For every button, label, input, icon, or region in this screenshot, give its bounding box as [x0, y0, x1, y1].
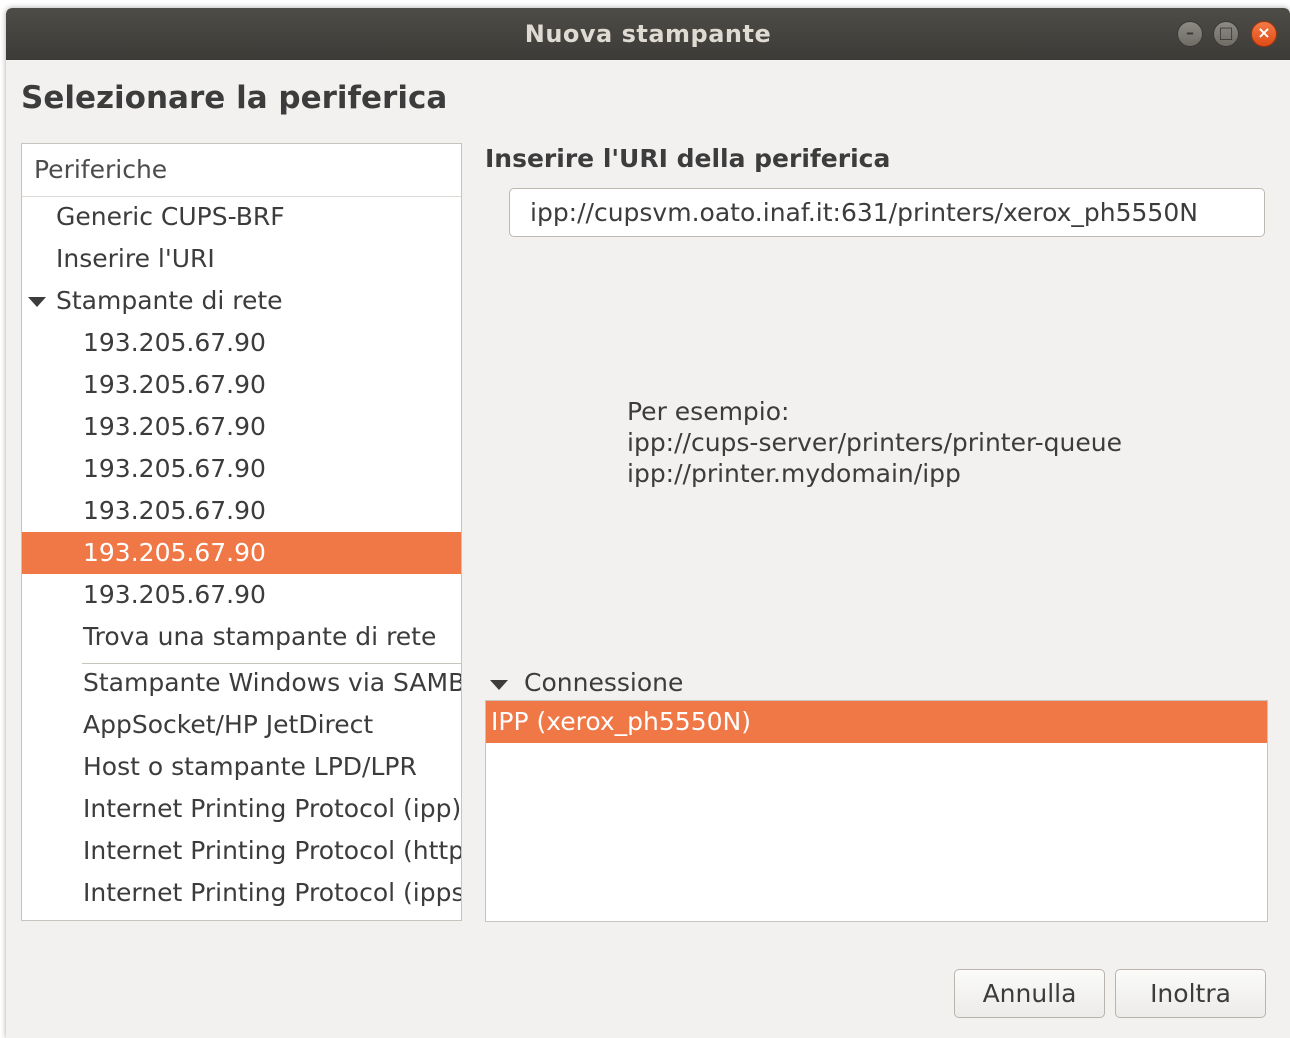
page-title: Selezionare la periferica [21, 80, 448, 116]
device-item-generic-cups-brf[interactable]: Generic CUPS-BRF [22, 196, 461, 238]
new-printer-dialog: Nuova stampante – □ × Selezionare la per… [6, 8, 1290, 1038]
device-item-find-network-printer[interactable]: Trova una stampante di rete [22, 616, 461, 658]
device-item-lpd-lpr[interactable]: Host o stampante LPD/LPR [22, 746, 461, 788]
device-item-label: 193.205.67.90 [83, 496, 266, 525]
device-item-network-host[interactable]: 193.205.67.90 [22, 448, 461, 490]
example-line-1: ipp://cups-server/printers/printer-queue [627, 428, 1123, 457]
device-item-ipp[interactable]: Internet Printing Protocol (ipp) [22, 788, 461, 830]
device-item-label: Host o stampante LPD/LPR [83, 752, 417, 781]
cancel-button[interactable]: Annulla [954, 969, 1105, 1018]
device-item-label: 193.205.67.90 [83, 580, 266, 609]
device-item-label: AppSocket/HP JetDirect [83, 710, 374, 739]
device-item-windows-samba[interactable]: Stampante Windows via SAMBA [22, 662, 461, 704]
title-bar: Nuova stampante – □ × [6, 8, 1290, 60]
uri-input[interactable] [509, 188, 1265, 237]
device-item-network-host[interactable]: 193.205.67.90 [22, 406, 461, 448]
device-item-label: Internet Printing Protocol (ipps) [83, 878, 461, 907]
example-heading: Per esempio: [627, 397, 790, 426]
example-text: Per esempio: ipp://cups-server/printers/… [627, 396, 1122, 489]
device-item-label: Internet Printing Protocol (ipp) [83, 794, 461, 823]
device-item-label: Generic CUPS-BRF [56, 202, 285, 231]
maximize-button[interactable]: □ [1213, 21, 1239, 47]
close-button[interactable]: × [1251, 21, 1277, 47]
expander-down-icon[interactable] [28, 297, 46, 307]
device-item-network-host[interactable]: 193.205.67.90 [22, 322, 461, 364]
example-line-2: ipp://printer.mydomain/ipp [627, 459, 961, 488]
device-item-label: Inserire l'URI [56, 244, 215, 273]
device-item-label: 193.205.67.90 [83, 454, 266, 483]
device-item-label: Trova una stampante di rete [83, 622, 437, 651]
connection-item-selected[interactable]: IPP (xerox_ph5550N) [486, 701, 1267, 743]
device-item-label: 193.205.67.90 [83, 328, 266, 357]
device-item-ipp-http[interactable]: Internet Printing Protocol (http) [22, 830, 461, 872]
device-item-network-host[interactable]: 193.205.67.90 [22, 490, 461, 532]
connection-expander-icon[interactable] [490, 680, 508, 690]
device-item-label: Stampante Windows via SAMBA [83, 668, 461, 697]
device-item-network-printer[interactable]: Stampante di rete [22, 280, 461, 322]
minimize-button[interactable]: – [1177, 21, 1203, 47]
connection-label[interactable]: Connessione [524, 668, 683, 697]
device-item-label: 193.205.67.90 [83, 412, 266, 441]
window-title: Nuova stampante [524, 20, 772, 48]
device-item-label: Internet Printing Protocol (http) [83, 836, 461, 865]
device-item-label: 193.205.67.90 [83, 538, 266, 567]
device-list-header[interactable]: Periferiche [22, 144, 461, 197]
device-item-ipps[interactable]: Internet Printing Protocol (ipps) [22, 872, 461, 914]
connection-list[interactable]: IPP (xerox_ph5550N) [485, 700, 1268, 922]
device-item-network-host[interactable]: 193.205.67.90 [22, 364, 461, 406]
device-item-network-host[interactable]: 193.205.67.90 [22, 574, 461, 616]
device-item-network-host-selected[interactable]: 193.205.67.90 [22, 532, 461, 574]
device-item-label: 193.205.67.90 [83, 370, 266, 399]
device-item-appsocket-jetdirect[interactable]: AppSocket/HP JetDirect [22, 704, 461, 746]
device-item-enter-uri[interactable]: Inserire l'URI [22, 238, 461, 280]
device-item-label: Stampante di rete [56, 286, 283, 315]
uri-label: Inserire l'URI della periferica [485, 144, 891, 173]
forward-button[interactable]: Inoltra [1115, 969, 1266, 1018]
device-list[interactable]: Periferiche Generic CUPS-BRF Inserire l'… [21, 143, 462, 921]
